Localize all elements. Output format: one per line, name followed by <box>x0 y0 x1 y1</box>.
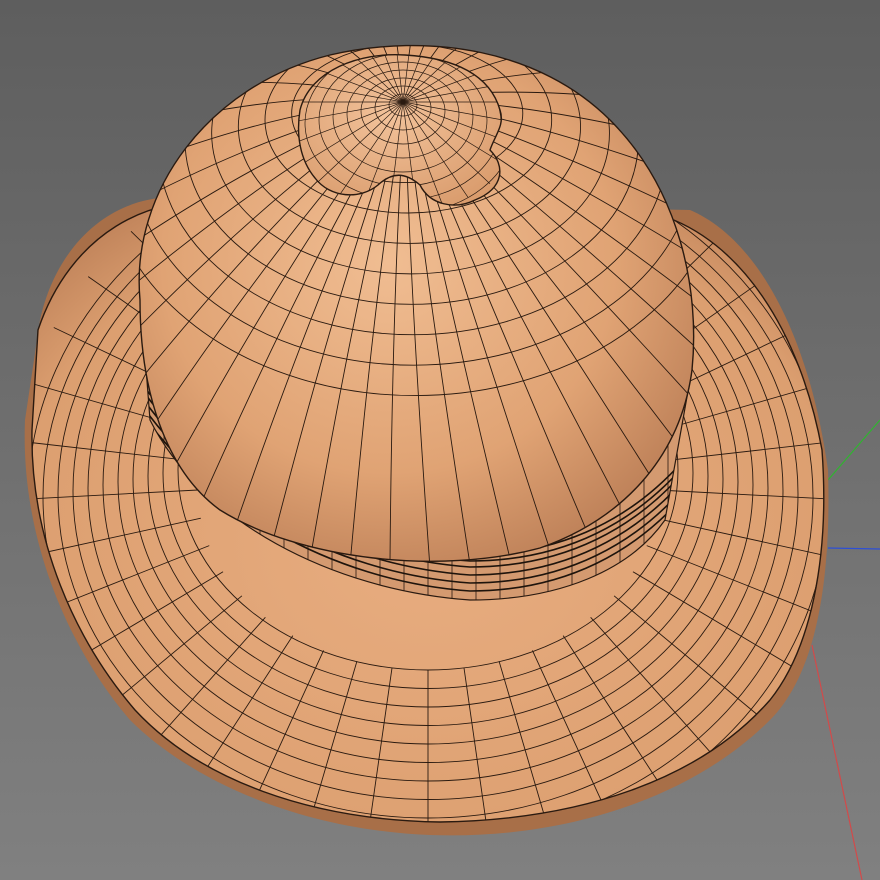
viewport-canvas[interactable] <box>0 0 880 880</box>
cap-pole-vertex <box>401 100 405 104</box>
3d-viewport[interactable] <box>0 0 880 880</box>
